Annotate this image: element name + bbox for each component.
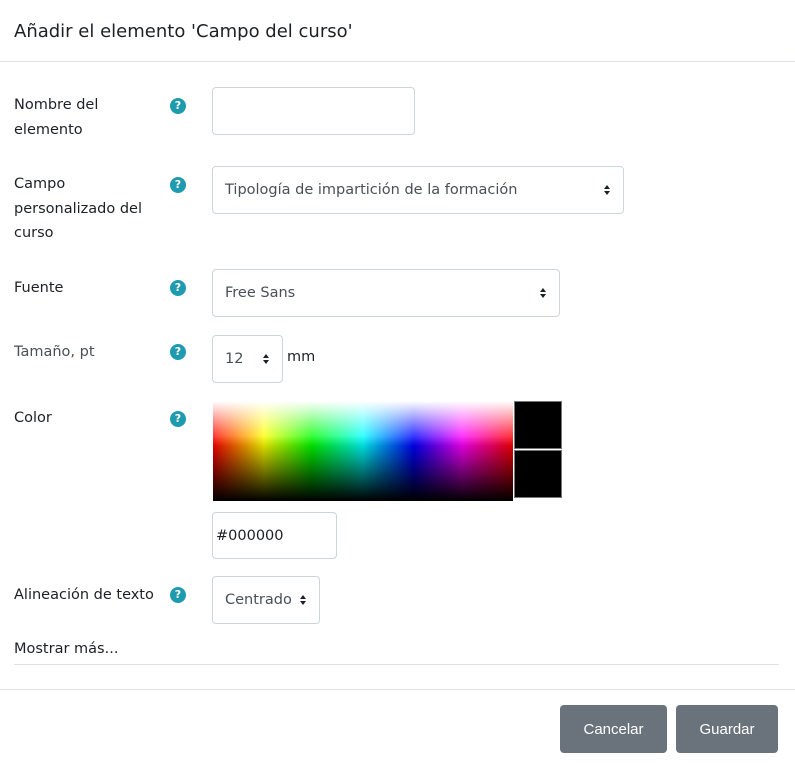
modal-title: Añadir el elemento 'Campo del curso' (14, 21, 353, 42)
sort-arrows-icon (604, 185, 610, 195)
course-field-select-value: Tipología de impartición de la formación (225, 182, 518, 198)
color-label: Color (14, 410, 52, 426)
color-preview-swatch (514, 450, 562, 498)
alignment-select-value: Centrado (225, 592, 292, 608)
add-element-modal: Añadir el elemento 'Campo del curso' Nom… (0, 0, 795, 769)
size-select[interactable]: 12 (212, 335, 283, 383)
sort-arrows-icon (540, 288, 546, 298)
question-circle-icon[interactable]: ? (170, 587, 186, 603)
save-button[interactable]: Guardar (676, 705, 778, 753)
color-current-swatch (514, 401, 562, 449)
size-unit-label: mm (287, 349, 316, 365)
course-field-select[interactable]: Tipología de impartición de la formación (212, 166, 624, 214)
color-picker-palette[interactable] (213, 401, 513, 501)
alignment-select[interactable]: Centrado (212, 576, 320, 624)
font-select[interactable]: Free Sans (212, 269, 560, 317)
color-hex-input[interactable]: #000000 (212, 512, 337, 559)
sort-arrows-icon (300, 595, 306, 605)
question-circle-icon[interactable]: ? (170, 344, 186, 360)
size-select-value: 12 (225, 351, 244, 367)
sort-arrows-icon (263, 354, 269, 364)
course-field-label: Campo personalizado del curso (14, 176, 142, 241)
element-name-input[interactable] (212, 87, 415, 135)
question-circle-icon[interactable]: ? (170, 280, 186, 296)
alignment-label: Alineación de texto (14, 587, 154, 603)
question-circle-icon[interactable]: ? (170, 411, 186, 427)
section-divider (14, 664, 779, 665)
element-name-label: Nombre del elemento (14, 97, 99, 138)
question-circle-icon[interactable]: ? (170, 98, 186, 114)
show-more-link[interactable]: Mostrar más... (14, 641, 118, 657)
modal-header: Añadir el elemento 'Campo del curso' (0, 0, 795, 62)
font-label: Fuente (14, 280, 64, 296)
footer-divider (0, 689, 795, 690)
size-label: Tamaño, pt (14, 344, 95, 360)
question-circle-icon[interactable]: ? (170, 177, 186, 193)
cancel-button[interactable]: Cancelar (560, 705, 667, 753)
font-select-value: Free Sans (225, 285, 296, 301)
